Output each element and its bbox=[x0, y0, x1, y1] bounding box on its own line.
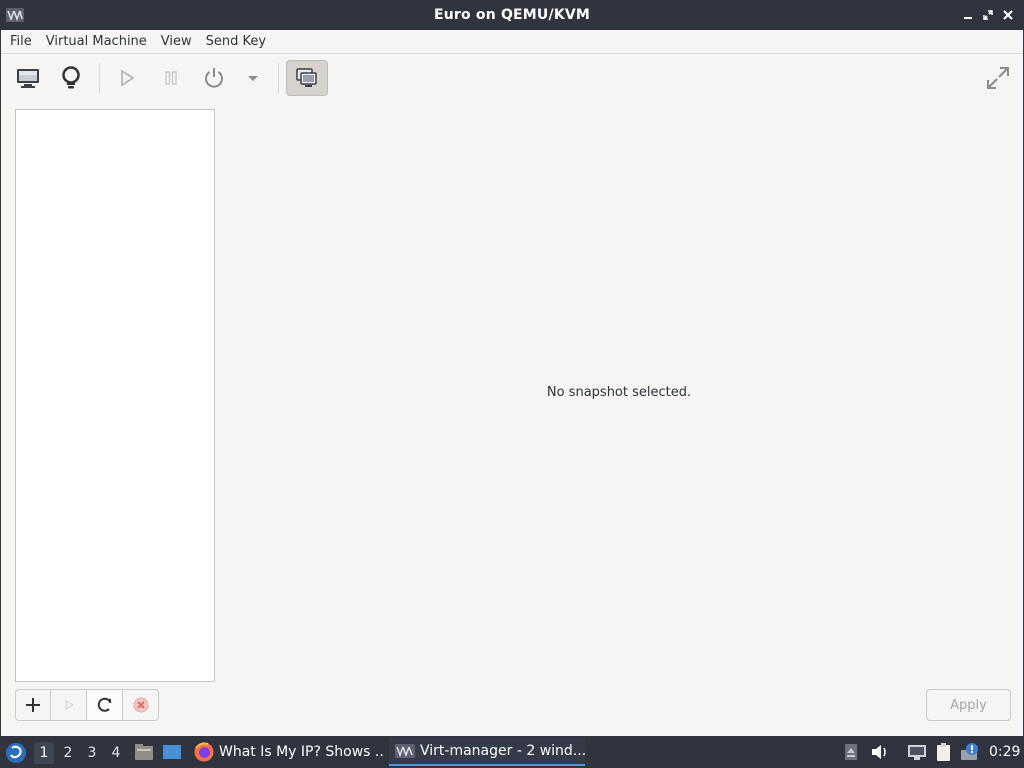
virt-manager-app-icon bbox=[6, 8, 24, 22]
tray-notifications[interactable] bbox=[959, 742, 981, 762]
play-icon bbox=[65, 700, 74, 710]
workspace-4[interactable]: 4 bbox=[106, 742, 126, 764]
workspace-1[interactable]: 1 bbox=[34, 742, 54, 764]
workspace-2[interactable]: 2 bbox=[58, 742, 78, 764]
virt-manager-icon bbox=[395, 744, 415, 758]
delete-snapshot-button[interactable] bbox=[123, 689, 159, 721]
snapshot-list[interactable] bbox=[15, 109, 215, 682]
plus-icon bbox=[26, 698, 40, 712]
workspace-3[interactable]: 3 bbox=[82, 742, 102, 764]
close-button[interactable] bbox=[1000, 7, 1016, 23]
refresh-snapshots-button[interactable] bbox=[87, 689, 123, 721]
menu-send-key[interactable]: Send Key bbox=[199, 30, 273, 54]
fullscreen-button[interactable] bbox=[978, 60, 1018, 96]
window-title: Euro on QEMU/KVM bbox=[433, 7, 591, 23]
toolbar-separator bbox=[99, 63, 100, 93]
menu-virtual-machine[interactable]: Virtual Machine bbox=[39, 30, 154, 54]
desktop-icon bbox=[163, 745, 181, 759]
clipboard-icon bbox=[937, 743, 950, 761]
toolbar-separator bbox=[278, 63, 279, 93]
start-menu-button[interactable] bbox=[4, 741, 28, 765]
power-icon bbox=[205, 68, 223, 88]
run-button[interactable] bbox=[107, 60, 147, 96]
folder-icon bbox=[135, 744, 153, 760]
taskbar: 1 2 3 4 What Is My IP? Shows ... Virt-ma… bbox=[0, 736, 1024, 768]
menu-bar: File Virtual Machine View Send Key bbox=[1, 30, 1023, 54]
speaker-icon bbox=[872, 745, 886, 759]
pause-button[interactable] bbox=[151, 60, 191, 96]
minimize-button[interactable] bbox=[960, 7, 976, 23]
delete-icon bbox=[133, 697, 148, 713]
clock[interactable]: 0:29 bbox=[989, 742, 1020, 762]
task-virt-manager[interactable]: Virt-manager - 2 wind... bbox=[389, 738, 585, 766]
network-icon bbox=[908, 745, 926, 760]
restore-icon bbox=[983, 10, 993, 20]
tray-network[interactable] bbox=[906, 742, 928, 762]
lightbulb-icon bbox=[62, 66, 80, 89]
vm-window: File Virtual Machine View Send Key No sn… bbox=[0, 30, 1024, 736]
task-firefox[interactable]: What Is My IP? Shows ... bbox=[193, 738, 383, 766]
restore-button[interactable] bbox=[980, 7, 996, 23]
monitor-icon bbox=[17, 69, 39, 88]
file-manager-launcher[interactable] bbox=[133, 742, 155, 762]
firefox-icon bbox=[194, 742, 214, 762]
tray-volume[interactable] bbox=[869, 742, 891, 762]
start-menu-icon bbox=[6, 743, 26, 763]
menu-file[interactable]: File bbox=[3, 30, 39, 54]
menu-view[interactable]: View bbox=[154, 30, 199, 54]
create-snapshot-button[interactable] bbox=[15, 689, 51, 721]
shutdown-button[interactable] bbox=[194, 60, 234, 96]
shutdown-menu-button[interactable] bbox=[233, 60, 273, 96]
refresh-icon bbox=[97, 697, 111, 712]
close-icon bbox=[1003, 10, 1013, 20]
run-snapshot-button[interactable] bbox=[51, 689, 87, 721]
title-bar: Euro on QEMU/KVM bbox=[0, 0, 1024, 30]
show-details-button[interactable] bbox=[51, 60, 91, 96]
dropdown-arrow-icon bbox=[248, 76, 258, 81]
task-virt-manager-label: Virt-manager - 2 wind... bbox=[420, 743, 585, 759]
play-icon bbox=[121, 69, 135, 87]
toolbar bbox=[1, 55, 1023, 101]
eject-icon bbox=[845, 744, 857, 760]
desktop-launcher[interactable] bbox=[161, 742, 183, 762]
no-snapshot-message: No snapshot selected. bbox=[546, 385, 692, 400]
minimize-icon bbox=[964, 17, 972, 19]
manage-snapshots-button[interactable] bbox=[286, 60, 328, 96]
notification-icon bbox=[961, 743, 978, 760]
fullscreen-icon bbox=[987, 67, 1009, 89]
tray-clipboard[interactable] bbox=[933, 742, 955, 762]
show-console-button[interactable] bbox=[8, 60, 48, 96]
pause-icon bbox=[165, 71, 177, 85]
task-firefox-label: What Is My IP? Shows ... bbox=[219, 744, 383, 760]
snapshots-icon bbox=[296, 68, 317, 87]
apply-button[interactable]: Apply bbox=[926, 689, 1011, 721]
tray-updates[interactable] bbox=[840, 742, 862, 762]
